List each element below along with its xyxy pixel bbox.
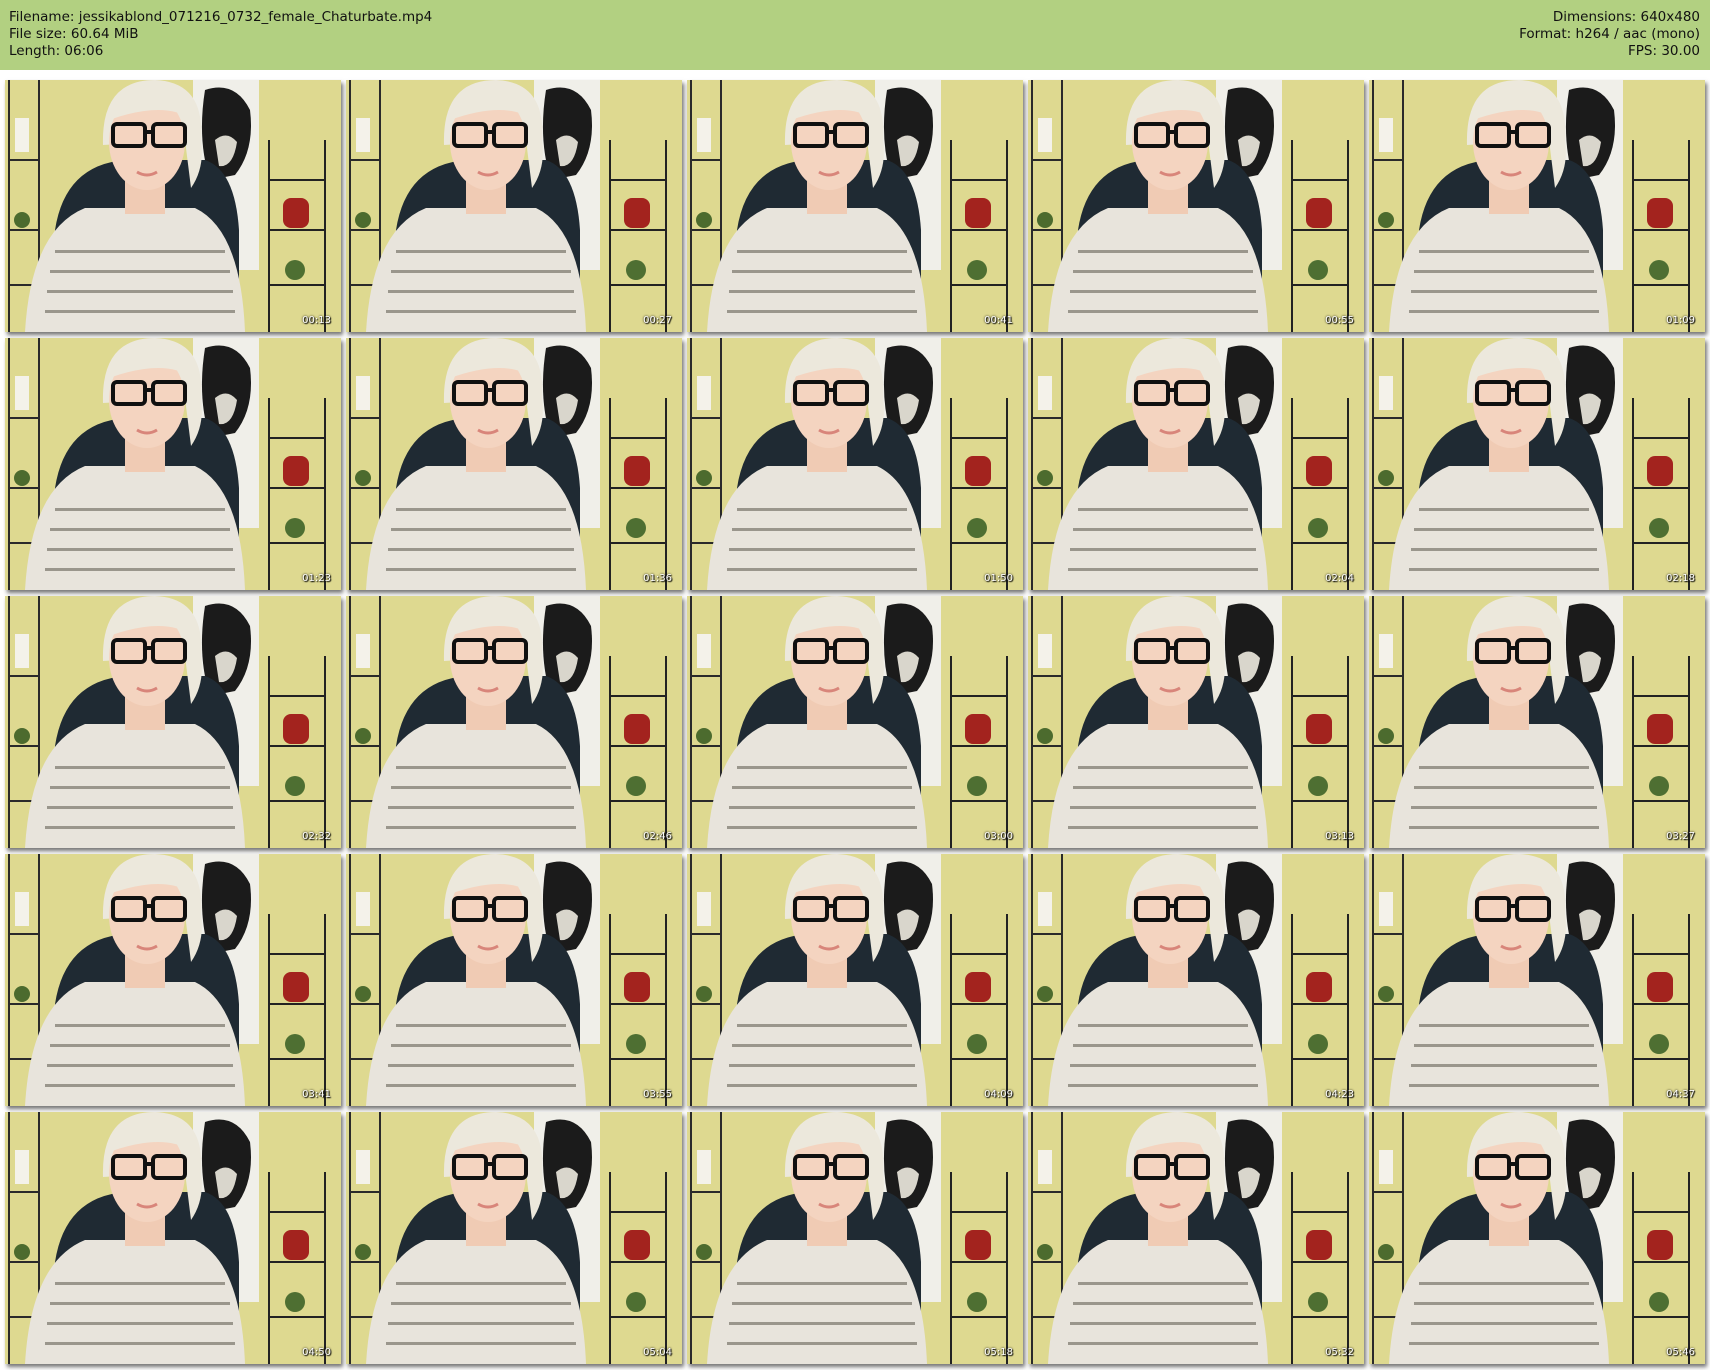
video-thumbnail: 04:23: [1028, 854, 1364, 1106]
timestamp-label: 05:04: [643, 1347, 672, 1358]
length-label: Length: 06:06: [9, 43, 104, 59]
timestamp-label: 03:00: [984, 831, 1013, 842]
frame-image: [346, 596, 682, 848]
timestamp-label: 05:32: [1325, 1347, 1354, 1358]
frame-image: [1369, 338, 1705, 590]
timestamp-label: 01:09: [1666, 315, 1695, 326]
timestamp-label: 01:36: [643, 573, 672, 584]
frame-image: [1028, 854, 1364, 1106]
frame-image: [1028, 338, 1364, 590]
file-info: Filename: jessikablond_071216_0732_femal…: [9, 9, 432, 60]
frame-image: [346, 1112, 682, 1364]
timestamp-label: 04:37: [1666, 1089, 1695, 1100]
video-thumbnail: 00:41: [687, 80, 1023, 332]
video-thumbnail: 00:27: [346, 80, 682, 332]
frame-image: [5, 80, 341, 332]
thumbnail-grid: 00:13 00:27 00:41 00:55 01:09 01:23 01:3…: [0, 70, 1710, 1370]
filename-label: Filename: jessikablond_071216_0732_femal…: [9, 9, 433, 25]
timestamp-label: 01:50: [984, 573, 1013, 584]
frame-image: [687, 596, 1023, 848]
video-thumbnail: 02:04: [1028, 338, 1364, 590]
timestamp-label: 01:23: [302, 573, 331, 584]
frame-image: [1369, 80, 1705, 332]
video-thumbnail: 00:13: [5, 80, 341, 332]
frame-image: [1028, 596, 1364, 848]
frame-image: [1369, 854, 1705, 1106]
video-thumbnail: 03:41: [5, 854, 341, 1106]
timestamp-label: 02:46: [643, 831, 672, 842]
video-thumbnail: 05:46: [1369, 1112, 1705, 1364]
video-thumbnail: 03:27: [1369, 596, 1705, 848]
timestamp-label: 04:23: [1325, 1089, 1354, 1100]
info-header: Filename: jessikablond_071216_0732_femal…: [0, 0, 1710, 70]
frame-image: [687, 1112, 1023, 1364]
timestamp-label: 00:27: [643, 315, 672, 326]
video-thumbnail: 03:55: [346, 854, 682, 1106]
video-thumbnail: 00:55: [1028, 80, 1364, 332]
timestamp-label: 03:13: [1325, 831, 1354, 842]
frame-image: [346, 80, 682, 332]
timestamp-label: 02:32: [302, 831, 331, 842]
timestamp-label: 02:18: [1666, 573, 1695, 584]
video-thumbnail: 01:50: [687, 338, 1023, 590]
video-thumbnail: 01:36: [346, 338, 682, 590]
frame-image: [5, 1112, 341, 1364]
timestamp-label: 04:09: [984, 1089, 1013, 1100]
video-thumbnail: 01:23: [5, 338, 341, 590]
frame-image: [1028, 1112, 1364, 1364]
frame-image: [687, 854, 1023, 1106]
timestamp-label: 00:41: [984, 315, 1013, 326]
frame-image: [687, 338, 1023, 590]
video-thumbnail: 05:18: [687, 1112, 1023, 1364]
frame-image: [1369, 1112, 1705, 1364]
format-label: Format: h264 / aac (mono): [1519, 26, 1700, 42]
frame-image: [5, 854, 341, 1106]
video-thumbnail: 04:50: [5, 1112, 341, 1364]
frame-image: [5, 338, 341, 590]
video-thumbnail: 04:37: [1369, 854, 1705, 1106]
video-thumbnail: 04:09: [687, 854, 1023, 1106]
timestamp-label: 03:27: [1666, 831, 1695, 842]
timestamp-label: 00:55: [1325, 315, 1354, 326]
frame-image: [346, 338, 682, 590]
timestamp-label: 00:13: [302, 315, 331, 326]
timestamp-label: 03:41: [302, 1089, 331, 1100]
video-thumbnail: 03:00: [687, 596, 1023, 848]
dimensions-label: Dimensions: 640x480: [1552, 9, 1700, 25]
fps-label: FPS: 30.00: [1628, 43, 1700, 59]
video-thumbnail: 02:18: [1369, 338, 1705, 590]
timestamp-label: 04:50: [302, 1347, 331, 1358]
video-thumbnail: 05:04: [346, 1112, 682, 1364]
frame-image: [346, 854, 682, 1106]
frame-image: [1369, 596, 1705, 848]
filesize-label: File size: 60.64 MiB: [9, 26, 139, 42]
frame-image: [1028, 80, 1364, 332]
timestamp-label: 05:18: [984, 1347, 1013, 1358]
stream-info: Dimensions: 640x480 Format: h264 / aac (…: [1519, 9, 1700, 60]
video-thumbnail: 02:46: [346, 596, 682, 848]
video-thumbnail: 05:32: [1028, 1112, 1364, 1364]
video-thumbnail: 01:09: [1369, 80, 1705, 332]
video-thumbnail: 02:32: [5, 596, 341, 848]
frame-image: [687, 80, 1023, 332]
timestamp-label: 02:04: [1325, 573, 1354, 584]
video-thumbnail: 03:13: [1028, 596, 1364, 848]
timestamp-label: 05:46: [1666, 1347, 1695, 1358]
timestamp-label: 03:55: [643, 1089, 672, 1100]
frame-image: [5, 596, 341, 848]
